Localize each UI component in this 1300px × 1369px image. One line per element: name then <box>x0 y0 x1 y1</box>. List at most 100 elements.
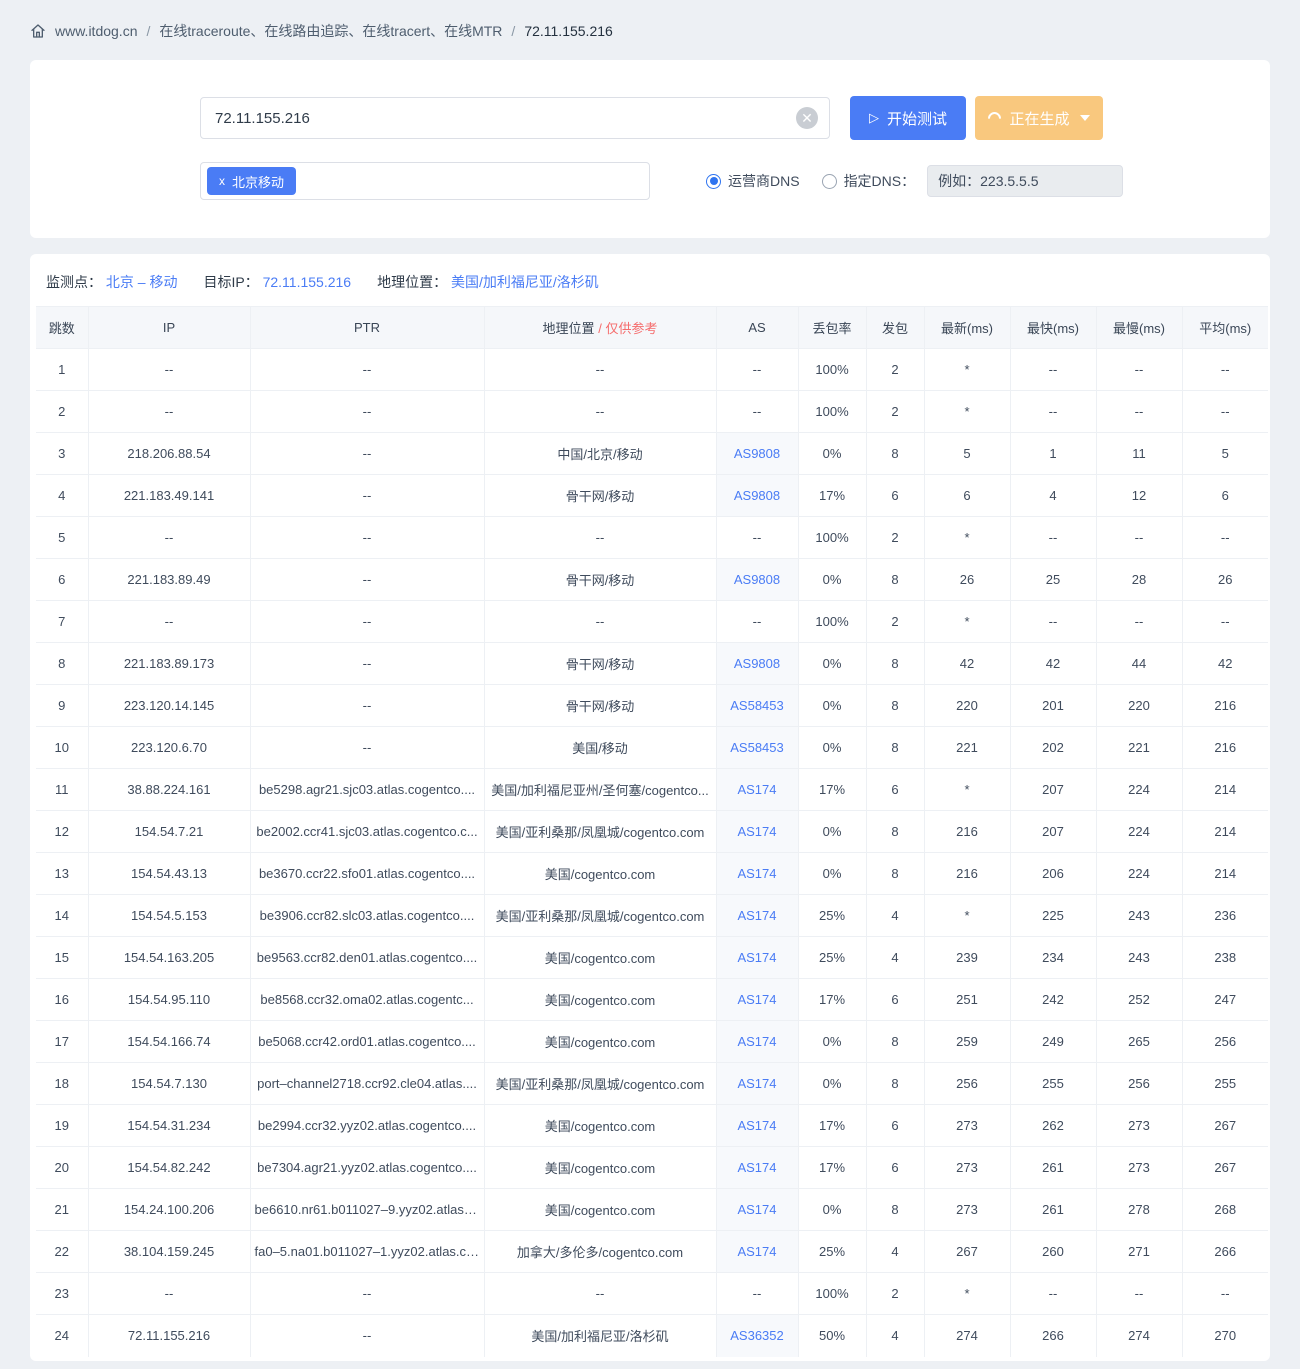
ptr-cell: -- <box>250 432 485 475</box>
average-cell: -- <box>1182 600 1268 643</box>
location-cell: -- <box>484 1272 717 1315</box>
as-link[interactable]: AS58453 <box>730 740 784 755</box>
ip-cell: 38.88.224.161 <box>88 768 251 811</box>
custom-dns-radio[interactable]: 指定DNS： <box>821 171 915 191</box>
as-link[interactable]: AS9808 <box>734 488 780 503</box>
as-link[interactable]: AS174 <box>737 908 776 923</box>
loss-cell: 0% <box>798 852 867 895</box>
ptr-cell: be6610.nr61.b011027–9.yyz02.atlas.c... <box>250 1188 485 1231</box>
as-cell: AS174 <box>716 768 799 811</box>
as-link[interactable]: AS58453 <box>730 698 784 713</box>
as-link[interactable]: AS36352 <box>730 1328 784 1343</box>
latest-cell: * <box>924 348 1011 391</box>
isp-dns-radio[interactable]: 运营商DNS <box>706 171 800 191</box>
fastest-cell: 207 <box>1010 810 1097 853</box>
latest-cell: 239 <box>924 936 1011 979</box>
latest-cell: * <box>924 1272 1011 1315</box>
fastest-cell: 266 <box>1010 1314 1097 1357</box>
as-link[interactable]: AS174 <box>737 1160 776 1175</box>
radio-unselected-icon[interactable] <box>821 173 837 189</box>
latest-cell: 259 <box>924 1020 1011 1063</box>
clear-icon[interactable]: ✕ <box>796 107 818 129</box>
sent-cell: 6 <box>866 1146 925 1189</box>
loss-cell: 0% <box>798 810 867 853</box>
loss-cell: 17% <box>798 1104 867 1147</box>
header-latest: 最新(ms) <box>924 306 1011 349</box>
ptr-cell: be2002.ccr41.sjc03.atlas.cogentco.c... <box>250 810 485 853</box>
ip-cell: -- <box>88 348 251 391</box>
geo-location-value[interactable]: 美国/加利福尼亚/洛杉矶 <box>451 274 599 290</box>
as-link[interactable]: AS174 <box>737 1034 776 1049</box>
as-link[interactable]: AS9808 <box>734 572 780 587</box>
fastest-cell: 225 <box>1010 894 1097 937</box>
monitor-value[interactable]: 北京 – 移动 <box>106 274 178 290</box>
as-cell: AS9808 <box>716 558 799 601</box>
hop-cell: 21 <box>36 1188 89 1231</box>
radio-selected-icon[interactable] <box>706 173 721 189</box>
as-link[interactable]: AS174 <box>737 824 776 839</box>
loss-cell: 25% <box>798 894 867 937</box>
as-cell: AS36352 <box>716 1314 799 1357</box>
loss-cell: 0% <box>798 558 867 601</box>
location-cell: 美国/亚利桑那/凤凰城/cogentco.com <box>484 1062 717 1105</box>
hop-cell: 1 <box>36 348 89 391</box>
as-cell: AS174 <box>716 978 799 1021</box>
node-tag[interactable]: x 北京移动 <box>207 167 297 195</box>
as-link[interactable]: AS174 <box>737 866 776 881</box>
target-input[interactable] <box>200 97 830 139</box>
as-link[interactable]: AS9808 <box>734 446 780 461</box>
generating-button[interactable]: 正在生成 <box>975 96 1103 140</box>
ip-cell: 154.54.31.234 <box>88 1104 251 1147</box>
header-sent: 发包 <box>866 306 925 349</box>
custom-dns-input[interactable] <box>927 165 1124 197</box>
location-cell: 骨干网/移动 <box>484 474 717 517</box>
average-cell: 267 <box>1182 1104 1268 1147</box>
node-tag-input[interactable]: x 北京移动 <box>200 162 650 200</box>
table-row: 1 -- -- -- -- 100% 2 * -- -- -- <box>36 348 1268 391</box>
ptr-cell: port–channel2718.ccr92.cle04.atlas.... <box>250 1062 485 1105</box>
slowest-cell: 221 <box>1096 726 1183 769</box>
loss-cell: 17% <box>798 1146 867 1189</box>
hop-cell: 7 <box>36 600 89 643</box>
fastest-cell: 4 <box>1010 474 1097 517</box>
isp-dns-label: 运营商DNS <box>728 173 800 189</box>
home-icon[interactable] <box>30 23 46 39</box>
sent-cell: 4 <box>866 936 925 979</box>
table-row: 10 223.120.6.70 -- 美国/移动 AS58453 0% 8 221 202 221… <box>36 726 1268 769</box>
average-cell: 255 <box>1182 1062 1268 1105</box>
as-cell: AS174 <box>716 1230 799 1273</box>
breadcrumb-path[interactable]: 在线traceroute、在线路由追踪、在线tracert、在线MTR <box>159 21 502 41</box>
as-link[interactable]: AS174 <box>737 1076 776 1091</box>
latest-cell: * <box>924 894 1011 937</box>
as-link[interactable]: AS9808 <box>734 656 780 671</box>
as-cell: AS9808 <box>716 642 799 685</box>
hop-cell: 3 <box>36 432 89 475</box>
as-link[interactable]: AS174 <box>737 1202 776 1217</box>
slowest-cell: -- <box>1096 600 1183 643</box>
hop-cell: 10 <box>36 726 89 769</box>
hop-cell: 11 <box>36 768 89 811</box>
latest-cell: * <box>924 390 1011 433</box>
as-link[interactable]: AS174 <box>737 950 776 965</box>
ip-cell: 221.183.89.173 <box>88 642 251 685</box>
tag-remove-icon[interactable]: x <box>219 174 225 188</box>
average-cell: 266 <box>1182 1230 1268 1273</box>
as-link[interactable]: AS174 <box>737 1244 776 1259</box>
ip-cell: -- <box>88 516 251 559</box>
as-link[interactable]: AS174 <box>737 1118 776 1133</box>
target-ip-value[interactable]: 72.11.155.216 <box>263 274 352 290</box>
as-cell: AS174 <box>716 1104 799 1147</box>
as-link[interactable]: AS174 <box>737 992 776 1007</box>
as-cell: -- <box>716 390 799 433</box>
loss-cell: 100% <box>798 1272 867 1315</box>
breadcrumb-home[interactable]: www.itdog.cn <box>55 23 137 39</box>
hop-cell: 19 <box>36 1104 89 1147</box>
start-test-button[interactable]: ▷ 开始测试 <box>850 96 966 140</box>
sent-cell: 2 <box>866 600 925 643</box>
header-fastest: 最快(ms) <box>1010 306 1097 349</box>
table-row: 24 72.11.155.216 -- 美国/加利福尼亚/洛杉矶 AS36352 50% 4… <box>36 1314 1268 1357</box>
as-cell: AS174 <box>716 1020 799 1063</box>
fastest-cell: 261 <box>1010 1188 1097 1231</box>
as-link[interactable]: AS174 <box>737 782 776 797</box>
ip-cell: 154.54.82.242 <box>88 1146 251 1189</box>
